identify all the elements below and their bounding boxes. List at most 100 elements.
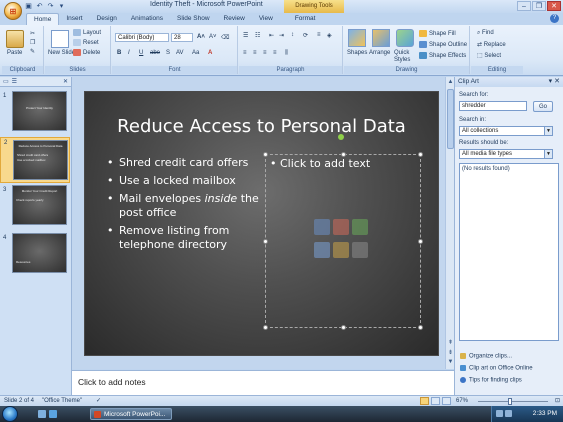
resize-handle[interactable] — [263, 152, 268, 157]
insert-clipart-icon[interactable] — [333, 241, 349, 258]
search-in-select[interactable]: All collections ▼ — [459, 126, 553, 136]
resize-handle[interactable] — [341, 152, 346, 157]
ie-icon[interactable] — [49, 410, 57, 418]
rotation-handle[interactable] — [338, 134, 344, 140]
copy-icon[interactable]: ❐ — [30, 39, 35, 46]
tab-slides-icon[interactable]: ▭ — [3, 78, 9, 85]
new-slide-button[interactable]: New Slide — [48, 50, 75, 56]
align-right-icon[interactable]: ≡ — [263, 50, 267, 56]
change-case-button[interactable]: Aa — [192, 50, 199, 56]
paste-icon[interactable] — [6, 30, 24, 48]
results-list[interactable]: (No results found) — [459, 163, 559, 341]
close-button[interactable]: ✕ — [547, 1, 561, 11]
notes-placeholder[interactable]: Click to add notes — [78, 377, 146, 387]
minimize-button[interactable]: – — [517, 1, 531, 11]
slide-thumbnail-1[interactable]: 1 Protect Your Identity — [0, 91, 70, 137]
office-button[interactable]: ⊞ — [4, 2, 22, 20]
shapes-icon[interactable] — [348, 29, 366, 47]
content-placeholder[interactable]: Click to add text — [263, 152, 423, 330]
tab-review[interactable]: Review — [217, 13, 252, 25]
spell-check-icon[interactable]: ✓ — [96, 396, 101, 406]
align-center-icon[interactable]: ≡ — [253, 50, 257, 56]
arrange-icon[interactable] — [372, 29, 390, 47]
results-type-select[interactable]: All media file types ▼ — [459, 149, 553, 159]
tab-insert[interactable]: Insert — [59, 13, 89, 25]
strikethrough-button[interactable]: abe — [150, 50, 160, 56]
tab-design[interactable]: Design — [90, 13, 124, 25]
shrink-font-icon[interactable]: A˅ — [209, 34, 217, 40]
slide-title[interactable]: Reduce Access to Personal Data — [85, 116, 438, 137]
smartart-icon[interactable]: ◈ — [327, 32, 332, 39]
slide-thumbnail-3[interactable]: 3 Monitor Your Credit Report Check repor… — [0, 185, 70, 231]
vertical-scrollbar[interactable]: ▲ ⇞ ⇟ ▼ — [445, 77, 454, 369]
numbering-icon[interactable]: ☷ — [255, 32, 260, 39]
help-icon[interactable]: ? — [550, 14, 559, 23]
slide-thumbnail-4[interactable]: 4 Resources — [0, 233, 70, 279]
tab-view[interactable]: View — [252, 13, 280, 25]
shapes-button[interactable]: Shapes — [347, 50, 367, 56]
insert-picture-icon[interactable] — [314, 241, 330, 258]
line-spacing-icon[interactable]: ↕ — [291, 32, 294, 38]
replace-button[interactable]: ⇄ Replace — [477, 41, 506, 48]
tab-format[interactable]: Format — [288, 13, 323, 25]
resize-handle[interactable] — [341, 325, 346, 330]
scroll-thumb[interactable] — [447, 89, 454, 149]
reset-button[interactable]: Reset — [73, 39, 99, 46]
organize-clips-link[interactable]: Organize clips... — [460, 353, 512, 360]
close-pane-icon[interactable]: ▾ ✕ — [549, 77, 560, 87]
clock[interactable]: 2:33 PM — [533, 406, 557, 422]
tab-outline-icon[interactable]: ☰ — [12, 78, 17, 85]
close-pane-icon[interactable]: ✕ — [63, 78, 68, 85]
resize-handle[interactable] — [418, 239, 423, 244]
save-icon[interactable]: ▣ — [24, 2, 33, 11]
fit-to-window-icon[interactable]: ⊡ — [555, 396, 560, 406]
current-slide[interactable]: Reduce Access to Personal Data Shred cre… — [84, 91, 439, 356]
char-spacing-button[interactable]: AV — [176, 50, 184, 56]
font-size-combo[interactable]: 28 — [171, 33, 193, 42]
quick-styles-button[interactable]: Quick Styles — [394, 50, 416, 64]
increase-indent-icon[interactable]: ⇥ — [279, 32, 284, 39]
tips-link[interactable]: Tips for finding clips — [460, 377, 522, 384]
bullet-list[interactable]: Shred credit card offers Use a locked ma… — [107, 156, 267, 256]
delete-button[interactable]: Delete — [73, 49, 100, 56]
grow-font-icon[interactable]: A˄ — [197, 34, 205, 40]
text-direction-icon[interactable]: ⟳ — [303, 32, 308, 39]
resize-handle[interactable] — [263, 325, 268, 330]
arrange-button[interactable]: Arrange — [369, 50, 390, 56]
slide-thumbnail-2[interactable]: 2 Reduce Access to Personal Data Shred c… — [0, 137, 70, 183]
go-button[interactable]: Go — [533, 101, 553, 112]
normal-view-icon[interactable] — [420, 397, 429, 405]
align-left-icon[interactable]: ≡ — [243, 50, 247, 56]
new-slide-icon[interactable] — [51, 30, 69, 48]
volume-icon[interactable] — [505, 410, 512, 417]
resize-handle[interactable] — [418, 325, 423, 330]
slide-show-icon[interactable] — [442, 397, 451, 405]
quick-styles-icon[interactable] — [396, 29, 414, 47]
network-icon[interactable] — [496, 410, 503, 417]
redo-icon[interactable]: ↷ — [46, 2, 55, 11]
insert-table-icon[interactable] — [314, 219, 330, 235]
notes-pane[interactable]: Click to add notes — [72, 370, 454, 395]
layout-button[interactable]: Layout — [73, 29, 101, 36]
zoom-level[interactable]: 67% — [456, 396, 468, 406]
font-color-button[interactable]: A — [208, 50, 212, 56]
shadow-button[interactable]: S — [166, 50, 170, 56]
columns-icon[interactable]: ⫼ — [285, 50, 288, 57]
underline-button[interactable]: U — [139, 50, 143, 56]
placeholder-text[interactable]: Click to add text — [270, 157, 370, 170]
taskbar-powerpoint[interactable]: Microsoft PowerPoi... — [90, 408, 172, 420]
dropdown-icon[interactable]: ▼ — [544, 150, 552, 158]
resize-handle[interactable] — [418, 152, 423, 157]
undo-icon[interactable]: ↶ — [35, 2, 44, 11]
zoom-slider-knob[interactable] — [508, 398, 512, 405]
clear-format-icon[interactable]: ⌫ — [221, 34, 229, 41]
find-button[interactable]: ⌕ Find — [477, 30, 494, 37]
maximize-button[interactable]: ❐ — [532, 1, 546, 11]
resize-handle[interactable] — [263, 239, 268, 244]
format-painter-icon[interactable]: ✎ — [30, 48, 35, 55]
clip-art-online-link[interactable]: Clip art on Office Online — [460, 365, 533, 372]
customize-qat-icon[interactable]: ▾ — [57, 2, 66, 11]
shape-outline-button[interactable]: Shape Outline — [419, 41, 467, 48]
font-name-combo[interactable]: Calibri (Body) — [115, 33, 169, 42]
tab-slide-show[interactable]: Slide Show — [170, 13, 217, 25]
